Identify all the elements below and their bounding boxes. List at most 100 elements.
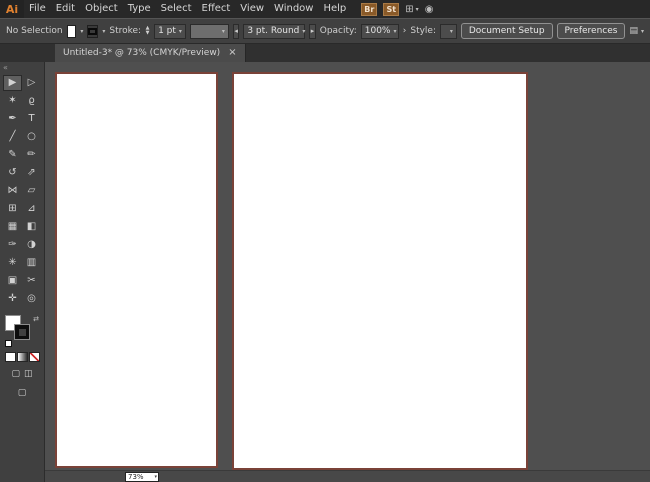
workspace-switcher[interactable]: ⊞ ▾ bbox=[405, 4, 418, 15]
fill-stroke-controls: ⇄ bbox=[5, 315, 39, 347]
fill-color-swatch[interactable] bbox=[66, 24, 77, 38]
style-label: Style: bbox=[410, 26, 436, 36]
preferences-button[interactable]: Preferences bbox=[556, 23, 626, 39]
chevron-down-icon: ▾ bbox=[178, 27, 182, 35]
perspective-grid-tool[interactable]: ⊿ bbox=[22, 201, 41, 217]
draw-normal-icon[interactable]: ▢ bbox=[11, 369, 20, 379]
control-panel-menu[interactable]: ▤ ▾ bbox=[629, 26, 644, 36]
opacity-dropdown[interactable]: 100% ▾ bbox=[360, 23, 399, 39]
paintbrush-tool[interactable]: ✎ bbox=[3, 147, 22, 163]
artboard-2[interactable] bbox=[232, 72, 528, 470]
swap-fill-stroke-icon[interactable]: ⇄ bbox=[33, 315, 39, 323]
drawing-mode-buttons: ▢ ◫ bbox=[0, 369, 44, 379]
fill-dropdown-icon[interactable]: ▾ bbox=[80, 28, 83, 35]
panel-stack-icon: ▤ bbox=[629, 26, 638, 36]
menu-item-effect[interactable]: Effect bbox=[197, 0, 236, 18]
menu-item-edit[interactable]: Edit bbox=[51, 0, 80, 18]
bridge-button[interactable]: Br bbox=[361, 2, 378, 16]
scale-tool[interactable]: ⇗ bbox=[22, 165, 41, 181]
chevron-down-icon: ▾ bbox=[154, 474, 157, 480]
mesh-tool[interactable]: ▦ bbox=[3, 219, 22, 235]
collapse-panel-button[interactable]: « bbox=[0, 62, 44, 73]
zoom-value: 73% bbox=[128, 473, 144, 481]
chevron-down-icon: ▾ bbox=[302, 27, 306, 35]
ellipse-tool[interactable]: ○ bbox=[22, 129, 41, 145]
workspace-grid-icon: ⊞ bbox=[405, 3, 414, 15]
stock-button[interactable]: St bbox=[383, 2, 400, 16]
chevron-down-icon: ▾ bbox=[640, 27, 644, 35]
menu-item-view[interactable]: View bbox=[235, 0, 269, 18]
menu-item-object[interactable]: Object bbox=[80, 0, 123, 18]
variable-width-dropdown[interactable]: ▾ bbox=[189, 23, 229, 39]
opacity-panel-chevron[interactable]: › bbox=[403, 26, 407, 36]
zoom-tool[interactable]: ◎ bbox=[22, 291, 41, 307]
tools-panel: « ▶ ▷ ✶ ϱ ✒ T ╱ ○ ✎ ✏ ↺ ⇗ ⋈ ▱ ⊞ ⊿ ▦ ◧ ✑ … bbox=[0, 62, 45, 482]
eyedropper-tool[interactable]: ✑ bbox=[3, 237, 22, 253]
status-bar: 73% ▾ bbox=[45, 470, 650, 482]
share-button[interactable]: ◉ bbox=[425, 4, 434, 15]
stroke-weight-dropdown[interactable]: 1 pt ▾ bbox=[154, 23, 186, 39]
menu-item-help[interactable]: Help bbox=[318, 0, 351, 18]
tools-grid: ▶ ▷ ✶ ϱ ✒ T ╱ ○ ✎ ✏ ↺ ⇗ ⋈ ▱ ⊞ ⊿ ▦ ◧ ✑ ◑ … bbox=[0, 75, 44, 307]
document-setup-button[interactable]: Document Setup bbox=[460, 23, 553, 39]
stroke-swatch[interactable] bbox=[14, 324, 30, 340]
gradient-button[interactable] bbox=[16, 352, 28, 362]
menu-item-type[interactable]: Type bbox=[123, 0, 156, 18]
type-tool[interactable]: T bbox=[22, 111, 41, 127]
gradient-tool[interactable]: ◧ bbox=[22, 219, 41, 235]
pencil-tool[interactable]: ✏ bbox=[22, 147, 41, 163]
column-graph-tool[interactable]: ▥ bbox=[22, 255, 41, 271]
shape-builder-tool[interactable]: ⊞ bbox=[3, 201, 22, 217]
menu-bar: Ai File Edit Object Type Select Effect V… bbox=[0, 0, 650, 18]
artboard-tool[interactable]: ▣ bbox=[3, 273, 22, 289]
brush-next-button[interactable]: ▸ bbox=[309, 23, 316, 39]
document-tab-bar: Untitled-3* @ 73% (CMYK/Preview) × bbox=[0, 44, 650, 62]
selection-tool[interactable]: ▶ bbox=[3, 75, 22, 91]
brush-definition-dropdown[interactable]: 3 pt. Round ▾ bbox=[243, 23, 306, 39]
control-bar: No Selection ▾ ▾ Stroke: ▲ ▼ 1 pt ▾ ▾ ◂ … bbox=[0, 18, 650, 44]
hand-tool[interactable]: ✛ bbox=[3, 291, 22, 307]
chevron-down-icon: ▾ bbox=[221, 27, 225, 35]
document-tab[interactable]: Untitled-3* @ 73% (CMYK/Preview) × bbox=[55, 44, 246, 62]
symbol-sprayer-tool[interactable]: ✳ bbox=[3, 255, 22, 271]
stroke-swatch-hole bbox=[18, 328, 26, 336]
magic-wand-tool[interactable]: ✶ bbox=[3, 93, 22, 109]
brush-definition-value: 3 pt. Round bbox=[247, 26, 300, 36]
style-dropdown[interactable]: ▾ bbox=[440, 23, 457, 39]
document-title: Untitled-3* @ 73% (CMYK/Preview) bbox=[63, 48, 221, 58]
chevron-down-icon: ▾ bbox=[449, 27, 453, 35]
chevron-down-icon: ▾ bbox=[393, 27, 397, 35]
opacity-label: Opacity: bbox=[319, 26, 357, 36]
slice-tool[interactable]: ✂ bbox=[22, 273, 41, 289]
line-segment-tool[interactable]: ╱ bbox=[3, 129, 22, 145]
default-fill-stroke-icon[interactable] bbox=[5, 340, 12, 347]
pen-tool[interactable]: ✒ bbox=[3, 111, 22, 127]
rotate-tool[interactable]: ↺ bbox=[3, 165, 22, 181]
free-transform-tool[interactable]: ▱ bbox=[22, 183, 41, 199]
lasso-tool[interactable]: ϱ bbox=[22, 93, 41, 109]
selection-status: No Selection bbox=[6, 26, 63, 36]
brush-prev-button[interactable]: ◂ bbox=[232, 23, 240, 39]
step-down-icon[interactable]: ▼ bbox=[146, 31, 150, 36]
stroke-weight-stepper[interactable]: ▲ ▼ bbox=[145, 24, 150, 39]
canvas[interactable] bbox=[45, 62, 650, 470]
blend-tool[interactable]: ◑ bbox=[22, 237, 41, 253]
app-logo: Ai bbox=[0, 0, 24, 18]
artboard-1[interactable] bbox=[55, 72, 218, 468]
color-button[interactable] bbox=[4, 352, 16, 362]
stroke-dropdown-icon[interactable]: ▾ bbox=[102, 28, 105, 35]
close-tab-icon[interactable]: × bbox=[228, 48, 236, 58]
menu-item-window[interactable]: Window bbox=[269, 0, 318, 18]
none-button[interactable] bbox=[28, 352, 40, 362]
chevron-down-icon: ▾ bbox=[415, 5, 419, 13]
zoom-field[interactable]: 73% ▾ bbox=[125, 472, 159, 482]
menu-item-file[interactable]: File bbox=[24, 0, 51, 18]
draw-inside-icon[interactable]: ◫ bbox=[24, 369, 33, 379]
stroke-weight-value: 1 pt bbox=[158, 26, 176, 36]
width-tool[interactable]: ⋈ bbox=[3, 183, 22, 199]
stroke-color-swatch[interactable] bbox=[87, 24, 99, 38]
menu-item-select[interactable]: Select bbox=[156, 0, 197, 18]
stroke-label: Stroke: bbox=[109, 26, 142, 36]
direct-selection-tool[interactable]: ▷ bbox=[22, 75, 41, 91]
change-screen-mode-button[interactable]: ▢ bbox=[0, 388, 44, 398]
